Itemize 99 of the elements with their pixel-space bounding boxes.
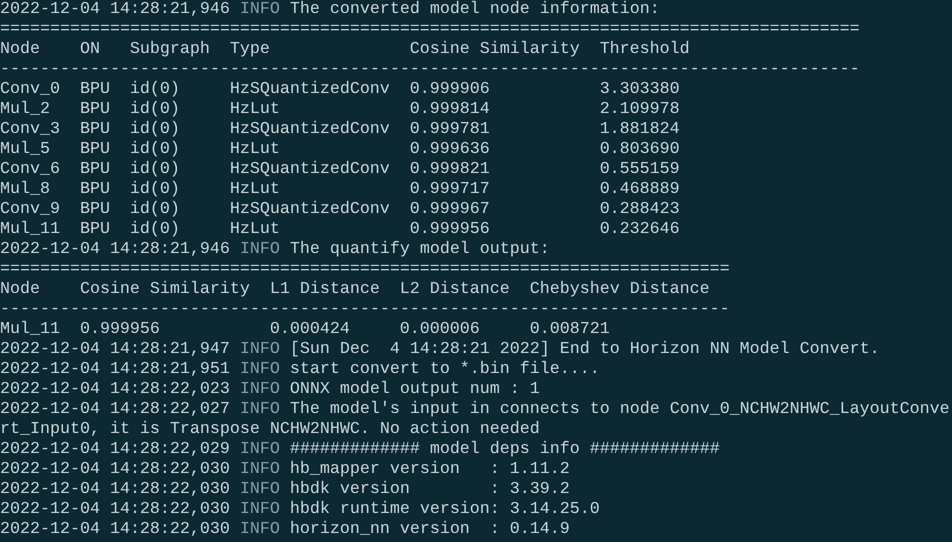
table-cell: Mul_5 [0, 140, 50, 159]
log-timestamp: 2022-12-04 14:28:22,030 [0, 500, 230, 519]
log-message: [Sun Dec 4 14:28:21 2022] End to Horizon NN Model Convert. [290, 340, 880, 359]
table-cell: 0.008721 [530, 320, 610, 339]
log-timestamp: 2022-12-04 14:28:21,951 [0, 360, 230, 379]
log-message: hbdk runtime version: 3.14.25.0 [290, 500, 600, 519]
column-header: Threshold [600, 40, 690, 59]
log-timestamp: 2022-12-04 14:28:21,946 [0, 240, 230, 259]
table-cell: id(0) [130, 160, 180, 179]
log-level: INFO [240, 360, 280, 379]
table-cell: BPU [80, 220, 110, 239]
table-cell: 0.232646 [600, 220, 680, 239]
column-header: L1 Distance [270, 280, 380, 299]
table-cell: 0.999781 [410, 120, 490, 139]
table-cell: Conv_3 [0, 120, 60, 139]
log-timestamp: 2022-12-04 14:28:21,946 [0, 0, 230, 19]
log-level: INFO [240, 520, 280, 539]
column-header: L2 Distance [400, 280, 510, 299]
column-header: Node [0, 280, 40, 299]
table-cell: 1.881824 [600, 120, 680, 139]
table-cell: 0.999636 [410, 140, 490, 159]
table-rule: ====================================================================================== [0, 20, 860, 39]
table-cell: BPU [80, 100, 110, 119]
table-cell: 0.999821 [410, 160, 490, 179]
log-timestamp: 2022-12-04 14:28:22,030 [0, 480, 230, 499]
log-message: The quantify model output: [290, 240, 550, 259]
table-cell: HzSQuantizedConv [230, 80, 390, 99]
table-cell: id(0) [130, 120, 180, 139]
log-message: horizon_nn version : 0.14.9 [290, 520, 570, 539]
column-header: ON [80, 40, 100, 59]
log-message: hbdk version : 3.39.2 [290, 480, 570, 499]
log-timestamp: 2022-12-04 14:28:22,030 [0, 520, 230, 539]
log-message: ############# model deps info ############# [290, 440, 720, 459]
table-cell: Mul_8 [0, 180, 50, 199]
table-cell: id(0) [130, 140, 180, 159]
table-cell: 0.288423 [600, 200, 680, 219]
table-cell: HzSQuantizedConv [230, 160, 390, 179]
table-cell: 0.999717 [410, 180, 490, 199]
table-cell: 0.000006 [400, 320, 480, 339]
column-header: Type [230, 40, 270, 59]
table-rule: ------------------------------------------------------------------------- [0, 300, 730, 319]
column-header: Cosine Similarity [410, 40, 580, 59]
log-timestamp: 2022-12-04 14:28:22,029 [0, 440, 230, 459]
table-rule: -------------------------------------------------------------------------------------- [0, 60, 860, 79]
table-cell: Mul_11 [0, 220, 60, 239]
table-cell: BPU [80, 120, 110, 139]
table-cell: HzLut [230, 220, 280, 239]
log-level: INFO [240, 460, 280, 479]
table-cell: 0.803690 [600, 140, 680, 159]
table-cell: HzLut [230, 140, 280, 159]
table-cell: 0.999956 [410, 220, 490, 239]
table-cell: 2.109978 [600, 100, 680, 119]
table-cell: Conv_6 [0, 160, 60, 179]
table-cell: id(0) [130, 80, 180, 99]
log-level: INFO [240, 500, 280, 519]
table-cell: 0.000424 [270, 320, 350, 339]
table-cell: 0.999956 [80, 320, 160, 339]
log-message: The converted model node information: [290, 0, 660, 19]
log-timestamp: 2022-12-04 14:28:21,947 [0, 340, 230, 359]
table-cell: BPU [80, 140, 110, 159]
table-cell: Conv_0 [0, 80, 60, 99]
log-timestamp: 2022-12-04 14:28:22,023 [0, 380, 230, 399]
table-cell: 0.999814 [410, 100, 490, 119]
column-header: Chebyshev Distance [530, 280, 710, 299]
log-level: INFO [240, 480, 280, 499]
table-cell: id(0) [130, 220, 180, 239]
table-cell: 0.999906 [410, 80, 490, 99]
table-cell: id(0) [130, 180, 180, 199]
table-cell: id(0) [130, 200, 180, 219]
log-line: 2022-12-04 14:28:22,027 INFO The model's input in connects to node Conv_0_NCHW2NHWC_LayoutConvert_Input0, it is Transpose NCHW2NHWC. No action needed [0, 400, 951, 440]
log-level: INFO [240, 240, 280, 259]
table-cell: 3.303380 [600, 80, 680, 99]
log-message: start convert to *.bin file.... [290, 360, 600, 379]
column-header: Node [0, 40, 40, 59]
column-header: Cosine Similarity [80, 280, 250, 299]
table-cell: 0.999967 [410, 200, 490, 219]
table-cell: BPU [80, 80, 110, 99]
log-message: ONNX model output num : 1 [290, 380, 540, 399]
table-cell: HzSQuantizedConv [230, 200, 390, 219]
table-cell: Mul_2 [0, 100, 50, 119]
table-cell: BPU [80, 160, 110, 179]
log-timestamp: 2022-12-04 14:28:22,030 [0, 460, 230, 479]
log-message: hb_mapper version : 1.11.2 [290, 460, 570, 479]
table-cell: Conv_9 [0, 200, 60, 219]
table-cell: id(0) [130, 100, 180, 119]
log-level: INFO [240, 0, 280, 19]
table-cell: HzSQuantizedConv [230, 120, 390, 139]
table-cell: 0.468889 [600, 180, 680, 199]
table-cell: BPU [80, 180, 110, 199]
table-cell: HzLut [230, 180, 280, 199]
table-cell: Mul_11 [0, 320, 60, 339]
log-level: INFO [240, 440, 280, 459]
table-cell: BPU [80, 200, 110, 219]
table-cell: 0.555159 [600, 160, 680, 179]
log-level: INFO [240, 340, 280, 359]
table-cell: HzLut [230, 100, 280, 119]
column-header: Subgraph [130, 40, 210, 59]
table-rule: ========================================================================= [0, 260, 730, 279]
log-level: INFO [240, 380, 280, 399]
